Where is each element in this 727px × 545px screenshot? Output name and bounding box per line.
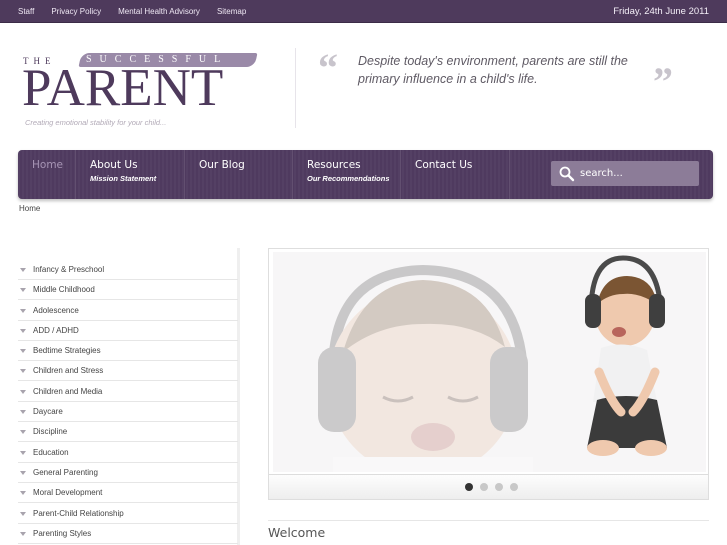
close-quote-icon: ” [653,59,673,104]
slider-dot-3[interactable] [495,483,503,491]
triangle-down-icon [20,267,26,272]
top-link-sitemap[interactable]: Sitemap [217,7,246,16]
open-quote-icon: “ [318,45,338,90]
sidebar-item-children-and-stress[interactable]: Children and Stress [18,361,238,381]
header-quote: Despite today's environment, parents are… [358,54,628,86]
slider-dot-1[interactable] [465,483,473,491]
triangle-down-icon [20,348,26,353]
sidebar-item-add-adhd[interactable]: ADD / ADHD [18,321,238,341]
nav-label: Home [32,159,64,171]
triangle-down-icon [20,531,26,536]
sidebar-item-daycare[interactable]: Daycare [18,402,238,422]
sidebar-item-education[interactable]: Education [18,443,238,463]
child-with-headphones-illustration [273,252,706,472]
main-nav: Home About Us Mission Statement Our Blog… [18,150,713,199]
sidebar-item-label: Middle Childhood [33,285,95,294]
search-icon[interactable] [559,166,575,182]
sidebar-item-discipline[interactable]: Discipline [18,422,238,442]
nav-label: About Us [90,159,138,171]
sidebar-item-label: Children and Stress [33,366,104,375]
breadcrumb[interactable]: Home [19,204,40,213]
nav-item-our-blog[interactable]: Our Blog [185,150,293,199]
sidebar-item-label: Daycare [33,407,63,416]
sidebar-item-label: Children and Media [33,387,103,396]
triangle-down-icon [20,328,26,333]
triangle-down-icon [20,287,26,292]
top-bar: Staff Privacy Policy Mental Health Advis… [0,0,727,23]
nav-item-home[interactable]: Home [18,150,76,199]
top-link-staff[interactable]: Staff [18,7,34,16]
sidebar-item-label: General Parenting [33,468,98,477]
sidebar-item-bedtime-strategies[interactable]: Bedtime Strategies [18,341,238,361]
header-divider [295,48,296,128]
top-links: Staff Privacy Policy Mental Health Advis… [18,0,263,23]
triangle-down-icon [20,368,26,373]
nav-label: Resources [307,159,361,171]
sidebar-item-label: Parent-Child Relationship [33,509,124,518]
nav-item-contact-us[interactable]: Contact Us [401,150,510,199]
sidebar-item-moral-development[interactable]: Moral Development [18,483,238,503]
category-sidebar: Infancy & Preschool Middle Childhood Ado… [18,248,240,545]
sidebar-item-parent-child-relationship[interactable]: Parent-Child Relationship [18,504,238,524]
sidebar-item-label: Discipline [33,427,68,436]
sidebar-item-label: Infancy & Preschool [33,265,105,274]
welcome-heading: Welcome [268,525,326,540]
sidebar-item-parenting-styles[interactable]: Parenting Styles [18,524,238,544]
sidebar-item-middle-childhood[interactable]: Middle Childhood [18,280,238,300]
sidebar-item-label: Adolescence [33,306,79,315]
logo-parent-text: PARENT [22,59,224,117]
search-input[interactable] [580,164,692,182]
nav-sublabel: Our Recommendations [307,174,390,183]
sidebar-item-label: Moral Development [33,488,103,497]
slider-dot-4[interactable] [510,483,518,491]
sidebar-item-label: Bedtime Strategies [33,346,101,355]
triangle-down-icon [20,308,26,313]
triangle-down-icon [20,450,26,455]
triangle-down-icon [20,470,26,475]
logo-tagline: Creating emotional stability for your ch… [25,118,167,127]
sidebar-item-general-parenting[interactable]: General Parenting [18,463,238,483]
sidebar-item-label: Parenting Styles [33,529,92,538]
image-slider [268,248,709,500]
slider-dot-2[interactable] [480,483,488,491]
slide-image[interactable] [273,252,706,472]
sidebar-item-children-and-media[interactable]: Children and Media [18,382,238,402]
section-divider [268,520,709,521]
search-box [551,161,699,186]
site-logo[interactable]: THE SUCCESSFUL PARENT Creating emotional… [22,50,262,130]
sidebar-item-label: Education [33,448,69,457]
sidebar-item-adolescence[interactable]: Adolescence [18,301,238,321]
nav-label: Our Blog [199,159,245,171]
triangle-down-icon [20,511,26,516]
sidebar-item-label: ADD / ADHD [33,326,79,335]
triangle-down-icon [20,409,26,414]
triangle-down-icon [20,389,26,394]
current-date: Friday, 24th June 2011 [613,6,709,17]
top-link-mental-health-advisory[interactable]: Mental Health Advisory [118,7,200,16]
top-link-privacy-policy[interactable]: Privacy Policy [51,7,101,16]
sidebar-item-infancy-preschool[interactable]: Infancy & Preschool [18,260,238,280]
nav-item-about-us[interactable]: About Us Mission Statement [76,150,185,199]
triangle-down-icon [20,429,26,434]
nav-item-resources[interactable]: Resources Our Recommendations [293,150,401,199]
nav-sublabel: Mission Statement [90,174,157,183]
nav-label: Contact Us [415,159,473,171]
triangle-down-icon [20,490,26,495]
slider-pagination [269,474,708,499]
